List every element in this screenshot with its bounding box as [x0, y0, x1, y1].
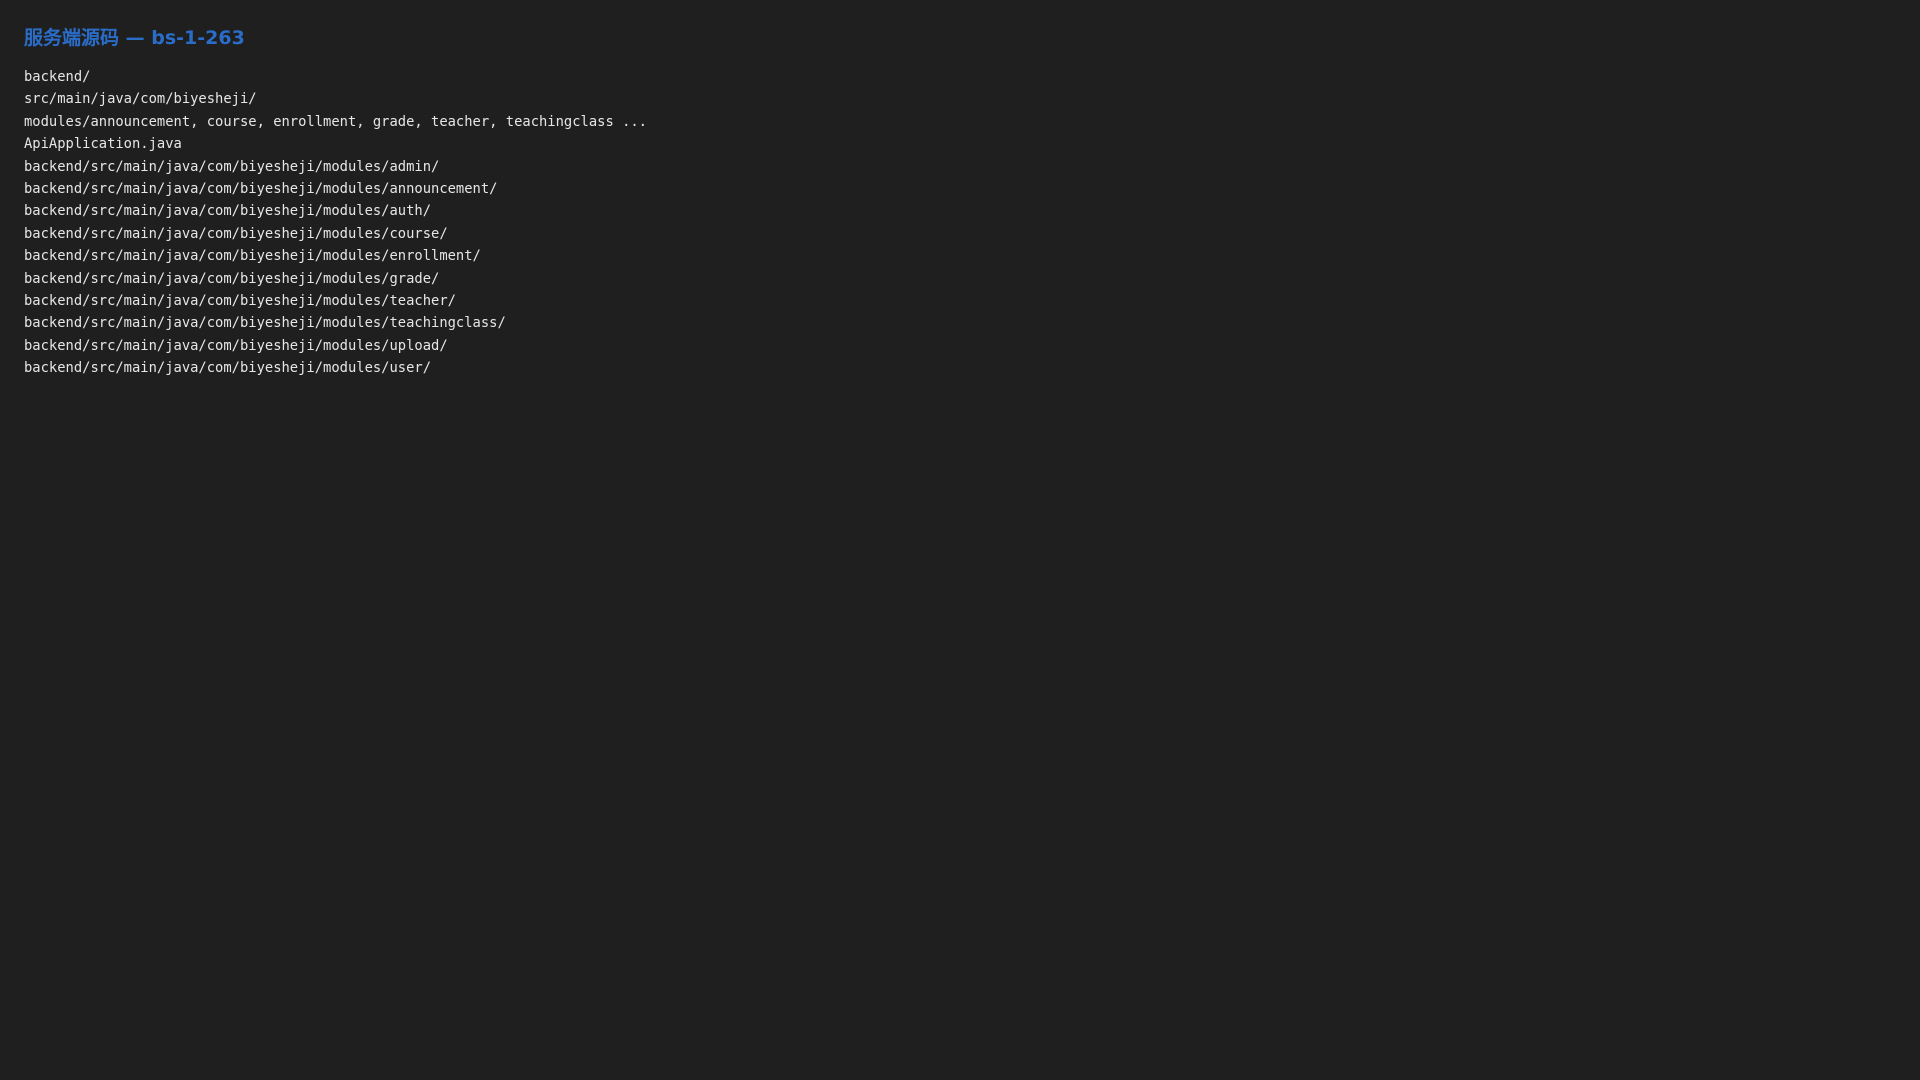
list-item: backend/src/main/java/com/biyesheji/modu… [24, 248, 481, 265]
list-item: backend/src/main/java/com/biyesheji/modu… [24, 181, 498, 198]
list-item: src/main/java/com/biyesheji/ [24, 91, 257, 108]
list-item: backend/src/main/java/com/biyesheji/modu… [24, 315, 506, 332]
file-list: backend/ src/main/java/com/biyesheji/ mo… [24, 66, 647, 380]
list-item: modules/announcement, course, enrollment… [24, 113, 647, 130]
list-item: backend/src/main/java/com/biyesheji/modu… [24, 225, 448, 242]
list-item: backend/src/main/java/com/biyesheji/modu… [24, 337, 448, 354]
list-item: backend/src/main/java/com/biyesheji/modu… [24, 360, 432, 377]
list-item: backend/src/main/java/com/biyesheji/modu… [24, 158, 440, 175]
list-item: backend/ [24, 69, 91, 85]
list-item: ApiApplication.java [24, 136, 182, 153]
list-item: backend/src/main/java/com/biyesheji/modu… [24, 203, 432, 220]
page-title: 服务端源码 — bs-1-263 [24, 27, 245, 49]
list-item: backend/src/main/java/com/biyesheji/modu… [24, 270, 440, 287]
list-item: backend/src/main/java/com/biyesheji/modu… [24, 293, 456, 310]
